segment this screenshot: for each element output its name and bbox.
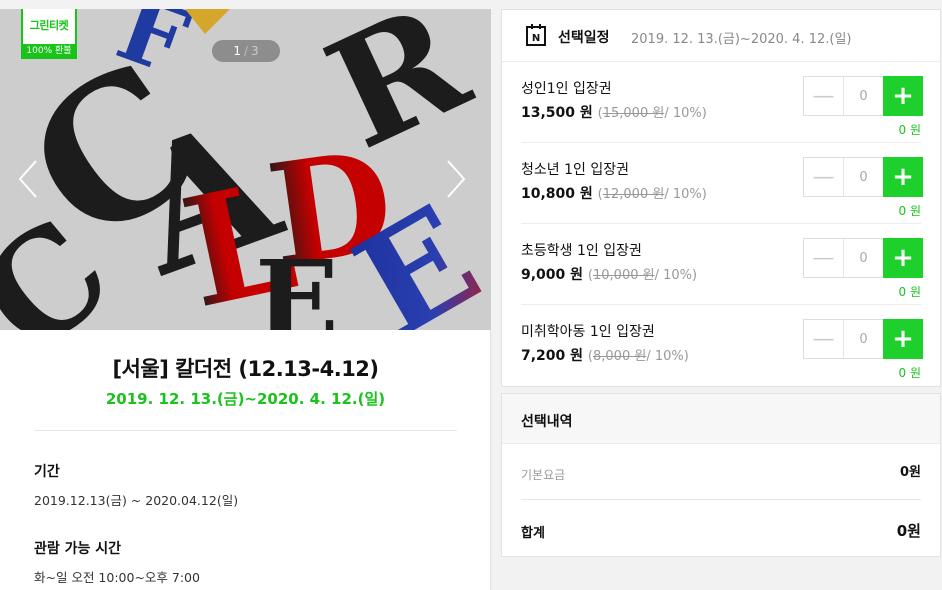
ticket-subtotal: 0 원 xyxy=(898,285,922,299)
quantity-stepper: — 0 + xyxy=(803,157,923,197)
svg-text:E: E xyxy=(255,236,339,330)
carousel-pager: 1/3 xyxy=(212,40,280,62)
quantity-value: 0 xyxy=(859,250,868,266)
period-label: 기간 xyxy=(34,464,60,480)
increase-button[interactable]: + xyxy=(883,76,923,116)
ticket-original-price: (12,000 원/ 10%) xyxy=(598,187,707,202)
quantity-value: 0 xyxy=(859,88,868,104)
ticket-sale-price: 7,200 원 xyxy=(521,348,584,364)
quantity-value: 0 xyxy=(859,331,868,347)
quantity-value: 0 xyxy=(859,169,868,185)
base-fee-label: 기본요금 xyxy=(521,468,566,482)
ticket-name: 성인1인 입장권 xyxy=(521,81,612,97)
base-fee-row: 기본요금 0원 xyxy=(521,444,921,500)
ticket-list: 성인1인 입장권 13,500 원 (15,000 원/ 10%) — 0 + … xyxy=(502,62,940,386)
decrease-button[interactable]: — xyxy=(804,320,844,358)
event-dates: 2019. 12. 13.(금)~2020. 4. 12.(일) xyxy=(105,390,386,408)
pager-current: 1 xyxy=(233,44,241,58)
increase-button[interactable]: + xyxy=(883,157,923,197)
green-ticket-badge: 그린티켓 100% 환불 xyxy=(21,9,77,59)
ticket-subtotal: 0 원 xyxy=(898,366,922,380)
chevron-right-icon xyxy=(447,160,466,198)
total-value: 0원 xyxy=(896,522,921,540)
ticket-subtotal: 0 원 xyxy=(898,204,922,218)
ticket-price: 7,200 원 (8,000 원/ 10%) xyxy=(521,345,689,365)
decrease-button[interactable]: — xyxy=(804,239,844,277)
ticket-name: 초등학생 1인 입장권 xyxy=(521,243,642,259)
badge-title: 그린티켓 xyxy=(29,19,69,32)
ticket-subtotal: 0 원 xyxy=(898,123,922,137)
decrease-button[interactable]: — xyxy=(804,77,844,115)
discount-rate: / 10%) xyxy=(664,106,707,121)
event-detail-panel: C A L D E R F C E 그린티켓 100% 환불 1/3 [서울] … xyxy=(0,9,491,590)
discount-rate: / 10%) xyxy=(654,268,698,283)
carousel-prev-button[interactable] xyxy=(16,159,40,199)
original-price-strike: 8,000 원 xyxy=(593,349,647,364)
increase-button[interactable]: + xyxy=(883,319,923,359)
ticket-item: 미취학아동 1인 입장권 7,200 원 (8,000 원/ 10%) — 0 … xyxy=(521,305,923,386)
quantity-stepper: — 0 + xyxy=(803,238,923,278)
discount-rate: / 10%) xyxy=(664,187,707,202)
ticket-item: 청소년 1인 입장권 10,800 원 (12,000 원/ 10%) — 0 … xyxy=(521,143,923,224)
ticket-name: 미취학아동 1인 입장권 xyxy=(521,324,655,340)
base-fee-value: 0원 xyxy=(899,465,921,480)
ticket-sale-price: 9,000 원 xyxy=(521,267,584,283)
ticket-sale-price: 13,500 원 xyxy=(521,105,593,121)
selection-summary: 선택내역 기본요금 0원 합계 0원 xyxy=(501,393,941,557)
ticket-original-price: (10,000 원/ 10%) xyxy=(588,268,697,283)
period-value: 2019.12.13(금) ~ 2020.04.12(일) xyxy=(34,493,239,508)
hours-label: 관람 가능 시간 xyxy=(34,541,122,557)
ticket-price: 10,800 원 (12,000 원/ 10%) xyxy=(521,183,707,203)
discount-rate: / 10%) xyxy=(646,349,689,364)
quantity-stepper: — 0 + xyxy=(803,76,923,116)
total-row: 합계 0원 xyxy=(521,500,921,556)
ticket-original-price: (15,000 원/ 10%) xyxy=(598,106,707,121)
pager-separator: / xyxy=(243,44,249,58)
carousel-next-button[interactable] xyxy=(444,159,468,199)
increase-button[interactable]: + xyxy=(883,238,923,278)
ticket-price: 9,000 원 (10,000 원/ 10%) xyxy=(521,264,697,284)
summary-title: 선택내역 xyxy=(521,414,573,430)
original-price-strike: 10,000 원 xyxy=(593,268,655,283)
ticket-name: 청소년 1인 입장권 xyxy=(521,162,629,178)
poster-carousel[interactable]: C A L D E R F C E 그린티켓 100% 환불 1/3 xyxy=(0,9,491,330)
quantity-stepper: — 0 + xyxy=(803,319,923,359)
pager-total: 3 xyxy=(251,44,259,58)
original-price-strike: 15,000 원 xyxy=(602,106,665,121)
ticket-item: 성인1인 입장권 13,500 원 (15,000 원/ 10%) — 0 + … xyxy=(521,62,923,143)
schedule-label: 선택일정 xyxy=(558,30,610,46)
decrease-button[interactable]: — xyxy=(804,158,844,196)
calendar-icon: N xyxy=(526,24,546,46)
summary-header: 선택내역 xyxy=(502,394,940,444)
schedule-range: 2019. 12. 13.(금)~2020. 4. 12.(일) xyxy=(631,32,852,47)
ticket-select-card: N 선택일정 2019. 12. 13.(금)~2020. 4. 12.(일) … xyxy=(501,9,941,387)
selected-schedule-bar[interactable]: N 선택일정 2019. 12. 13.(금)~2020. 4. 12.(일) xyxy=(502,10,940,62)
chevron-left-icon xyxy=(18,160,37,198)
badge-refund-label: 100% 환불 xyxy=(21,44,77,59)
svg-text:N: N xyxy=(532,33,540,44)
ticket-price: 13,500 원 (15,000 원/ 10%) xyxy=(521,102,707,122)
ticket-original-price: (8,000 원/ 10%) xyxy=(588,349,689,364)
hours-value: 화~일 오전 10:00~오후 7:00 xyxy=(34,570,200,585)
divider xyxy=(34,430,457,431)
ticket-sale-price: 10,800 원 xyxy=(521,186,593,202)
original-price-strike: 12,000 원 xyxy=(602,187,665,202)
event-title: [서울] 칼더전 (12.13-4.12) xyxy=(112,357,379,381)
total-label: 합계 xyxy=(521,526,545,541)
ticket-item: 초등학생 1인 입장권 9,000 원 (10,000 원/ 10%) — 0 … xyxy=(521,224,923,305)
booking-panel: N 선택일정 2019. 12. 13.(금)~2020. 4. 12.(일) … xyxy=(501,9,941,557)
